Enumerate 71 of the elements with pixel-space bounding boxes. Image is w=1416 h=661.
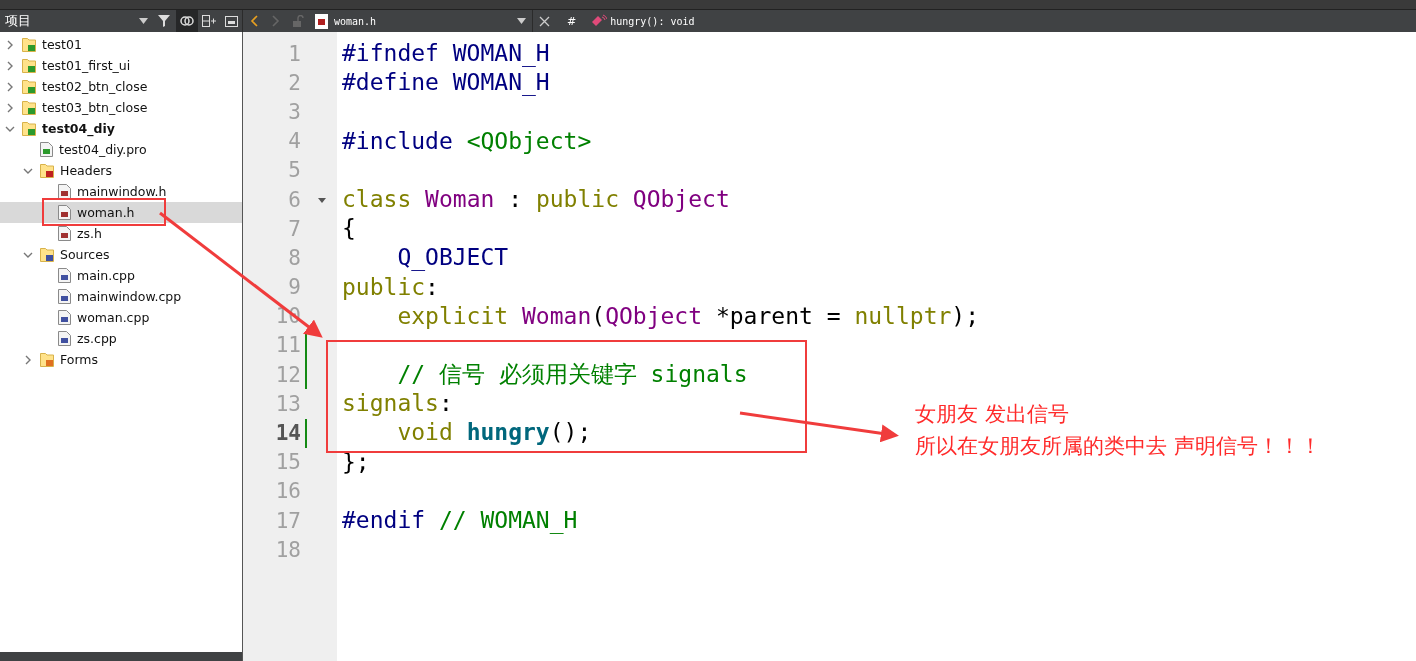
code-line: #include <QObject>: [342, 126, 592, 156]
folder-icon: [22, 79, 36, 94]
file-icon: [58, 289, 71, 304]
line-number: 17: [274, 508, 301, 533]
annotation-text: 女朋友 发出信号: [915, 401, 1070, 428]
symbol-dropdown[interactable]: hungry(): void: [610, 15, 695, 27]
line-number: 18: [274, 537, 301, 562]
tree-item[interactable]: Sources: [0, 244, 242, 265]
file-icon: [40, 142, 53, 157]
line-number: 16: [274, 479, 301, 504]
tree-item[interactable]: woman.h: [0, 202, 242, 223]
fold-marker-icon[interactable]: [317, 195, 327, 204]
tree-item[interactable]: test01: [0, 34, 242, 55]
caret-down-icon: [517, 18, 526, 24]
tree-item[interactable]: test04_diy: [0, 118, 242, 139]
file-icon: [315, 13, 328, 29]
code-line: Q_OBJECT: [396, 243, 509, 273]
tree-item[interactable]: Headers: [0, 160, 242, 181]
code-line: #endif // WOMAN_H: [342, 506, 578, 536]
tree-item[interactable]: mainwindow.h: [0, 181, 242, 202]
line-number: 13: [274, 391, 301, 416]
line-number: 15: [274, 450, 301, 475]
tree-item[interactable]: test02_btn_close: [0, 76, 242, 97]
line-number: 2: [287, 70, 301, 95]
code-line: explicit Woman(QObject *parent = nullptr);: [396, 301, 980, 331]
tree-item[interactable]: zs.cpp: [0, 328, 242, 349]
tree-item[interactable]: test04_diy.pro: [0, 139, 242, 160]
tree-item[interactable]: Forms: [0, 349, 242, 370]
code-line: #ifndef WOMAN_H: [342, 39, 550, 69]
hash-label[interactable]: #: [555, 14, 589, 28]
tree-item[interactable]: woman.cpp: [0, 307, 242, 328]
line-number: 14: [274, 421, 301, 446]
tree-item[interactable]: zs.h: [0, 223, 242, 244]
line-number: 4: [287, 129, 301, 154]
line-number: 6: [287, 187, 301, 212]
file-icon: [58, 205, 71, 220]
file-icon: [58, 331, 71, 346]
tree-item[interactable]: test03_btn_close: [0, 97, 242, 118]
annotation-text: 所以在女朋友所属的类中去 声明信号！！！: [915, 433, 1321, 460]
code-line: public:: [342, 272, 439, 302]
tree-item[interactable]: mainwindow.cpp: [0, 286, 242, 307]
code-line: void hungry();: [396, 418, 592, 448]
tree-item[interactable]: main.cpp: [0, 265, 242, 286]
code-line: class Woman : public QObject: [342, 184, 730, 214]
file-icon: [58, 184, 71, 199]
panel-title[interactable]: 项目: [0, 12, 132, 30]
folder-icon: [40, 163, 54, 178]
line-number: 8: [287, 245, 301, 270]
line-number: 7: [287, 216, 301, 241]
tree-item[interactable]: test01_first_ui: [0, 55, 242, 76]
folder-icon: [22, 37, 36, 52]
line-number: 11: [274, 333, 301, 358]
folder-icon: [22, 121, 36, 136]
code-line: signals:: [342, 389, 453, 419]
code-line: {: [342, 214, 356, 244]
code-line: };: [342, 447, 370, 477]
folder-icon: [40, 247, 54, 262]
folder-icon: [40, 352, 54, 367]
file-icon: [58, 268, 71, 283]
folder-icon: [22, 58, 36, 73]
file-icon: [58, 226, 71, 241]
code-line: #define WOMAN_H: [342, 68, 550, 98]
line-number: 12: [274, 362, 301, 387]
line-number: 3: [287, 99, 301, 124]
file-icon: [58, 310, 71, 325]
link-icon[interactable]: [176, 10, 198, 32]
line-number: 9: [287, 275, 301, 300]
code-line: // 信号 必须用关键字 signals: [396, 360, 748, 390]
folder-icon: [22, 100, 36, 115]
line-number: 5: [287, 158, 301, 183]
line-number: 1: [287, 41, 301, 66]
